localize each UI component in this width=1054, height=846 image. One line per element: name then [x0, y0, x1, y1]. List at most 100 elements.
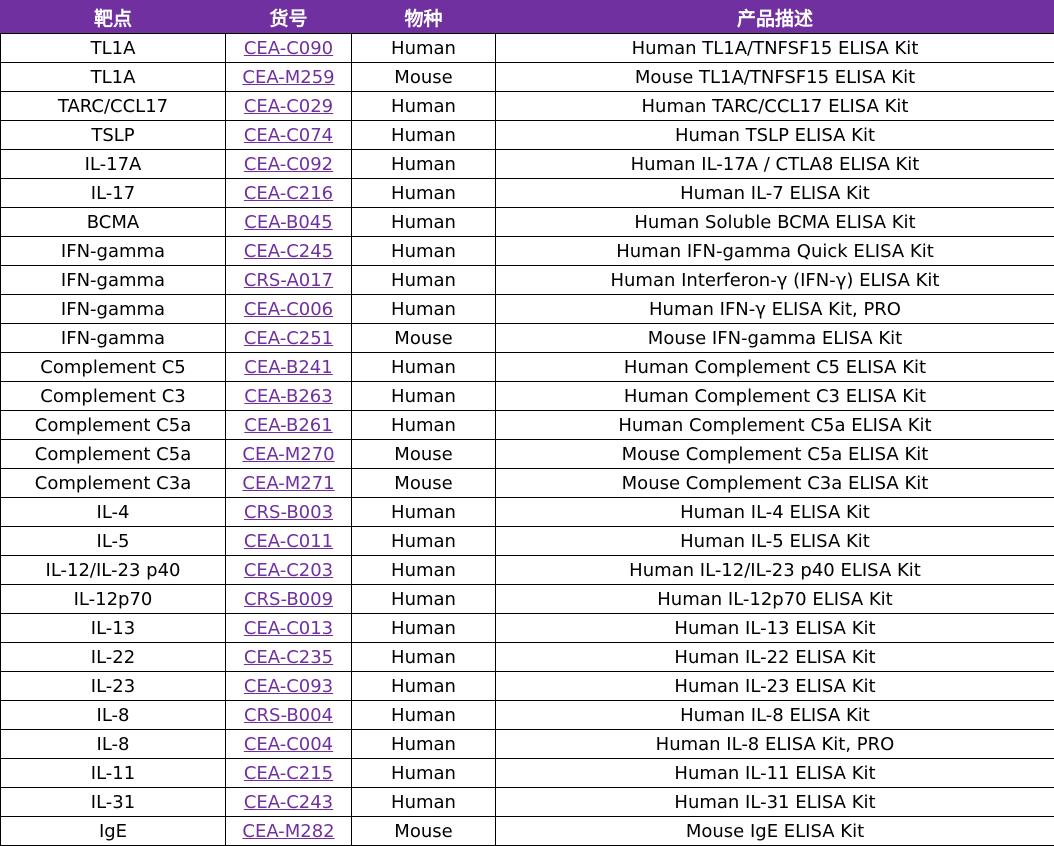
target-cell: Complement C5a	[0, 410, 226, 440]
catalog-link[interactable]: CEA-C215	[244, 763, 333, 784]
catalog-link[interactable]: CRS-B009	[244, 589, 333, 610]
description-cell: Human IFN-γ ELISA Kit, PRO	[495, 294, 1054, 324]
catalog-cell: CEA-C029	[225, 91, 352, 121]
species-cell: Human	[351, 410, 496, 440]
description-cell: Human IL-12p70 ELISA Kit	[495, 584, 1054, 614]
catalog-cell: CEA-C090	[225, 33, 352, 63]
catalog-link[interactable]: CEA-C011	[244, 531, 333, 552]
table-row: IL-4 CRS-B003 Human Human IL-4 ELISA Kit	[0, 497, 1054, 527]
table-row: IL-5 CEA-C011 Human Human IL-5 ELISA Kit	[0, 526, 1054, 556]
table-row: IL-11 CEA-C215 Human Human IL-11 ELISA Kit	[0, 758, 1054, 788]
catalog-link[interactable]: CEA-C203	[244, 560, 333, 581]
table-row: BCMA CEA-B045 Human Human Soluble BCMA ELIS…	[0, 207, 1054, 237]
description-cell: Human IL-17A / CTLA8 ELISA Kit	[495, 149, 1054, 179]
catalog-link[interactable]: CEA-C029	[244, 96, 333, 117]
table-row: IL-13 CEA-C013 Human Human IL-13 ELISA Kit	[0, 613, 1054, 643]
catalog-link[interactable]: CEA-C090	[244, 38, 333, 59]
description-cell: Human IL-12/IL-23 p40 ELISA Kit	[495, 555, 1054, 585]
catalog-cell: CEA-C011	[225, 526, 352, 556]
species-cell: Human	[351, 526, 496, 556]
catalog-link[interactable]: CRS-B003	[244, 502, 333, 523]
catalog-cell: CEA-C004	[225, 729, 352, 759]
catalog-cell: CEA-M259	[225, 62, 352, 92]
species-cell: Human	[351, 381, 496, 411]
target-cell: Complement C3a	[0, 468, 226, 498]
catalog-link[interactable]: CEA-M271	[242, 473, 334, 494]
target-cell: TSLP	[0, 120, 226, 150]
header-catalog: 货号	[225, 0, 352, 34]
description-cell: Human IL-13 ELISA Kit	[495, 613, 1054, 643]
catalog-cell: CRS-B004	[225, 700, 352, 730]
species-cell: Mouse	[351, 439, 496, 469]
description-cell: Human TL1A/TNFSF15 ELISA Kit	[495, 33, 1054, 63]
species-cell: Mouse	[351, 816, 496, 846]
catalog-link[interactable]: CEA-M282	[242, 821, 334, 842]
species-cell: Human	[351, 294, 496, 324]
catalog-link[interactable]: CEA-B263	[244, 386, 332, 407]
catalog-link[interactable]: CEA-B261	[244, 415, 332, 436]
species-cell: Mouse	[351, 468, 496, 498]
catalog-link[interactable]: CEA-C251	[244, 328, 333, 349]
description-cell: Human IL-31 ELISA Kit	[495, 787, 1054, 817]
catalog-cell: CEA-M271	[225, 468, 352, 498]
catalog-link[interactable]: CEA-C006	[244, 299, 333, 320]
target-cell: IFN-gamma	[0, 236, 226, 266]
catalog-link[interactable]: CEA-C074	[244, 125, 333, 146]
catalog-link[interactable]: CEA-C013	[244, 618, 333, 639]
catalog-cell: CRS-B009	[225, 584, 352, 614]
table-row: TL1A CEA-C090 Human Human TL1A/TNFSF15 ELIS…	[0, 33, 1054, 63]
table-row: IL-23 CEA-C093 Human Human IL-23 ELISA Kit	[0, 671, 1054, 701]
target-cell: IL-13	[0, 613, 226, 643]
table-row: TSLP CEA-C074 Human Human TSLP ELISA Kit	[0, 120, 1054, 150]
catalog-link[interactable]: CEA-M259	[242, 67, 334, 88]
description-cell: Mouse IgE ELISA Kit	[495, 816, 1054, 846]
catalog-cell: CEA-C251	[225, 323, 352, 353]
catalog-cell: CEA-C245	[225, 236, 352, 266]
catalog-link[interactable]: CEA-C216	[244, 183, 333, 204]
species-cell: Human	[351, 497, 496, 527]
catalog-link[interactable]: CEA-C093	[244, 676, 333, 697]
catalog-cell: CEA-B045	[225, 207, 352, 237]
species-cell: Human	[351, 642, 496, 672]
species-cell: Human	[351, 265, 496, 295]
species-cell: Human	[351, 33, 496, 63]
catalog-link[interactable]: CEA-C243	[244, 792, 333, 813]
table-row: Complement C3a CEA-M271 Mouse Mouse Complem…	[0, 468, 1054, 498]
catalog-link[interactable]: CEA-C004	[244, 734, 333, 755]
species-cell: Human	[351, 671, 496, 701]
catalog-link[interactable]: CEA-C235	[244, 647, 333, 668]
table-row: IL-17 CEA-C216 Human Human IL-7 ELISA Kit	[0, 178, 1054, 208]
target-cell: IL-4	[0, 497, 226, 527]
species-cell: Human	[351, 700, 496, 730]
table-header-row: 靶点 货号 物种 产品描述	[0, 0, 1054, 34]
catalog-cell: CEA-C013	[225, 613, 352, 643]
target-cell: IL-11	[0, 758, 226, 788]
catalog-link[interactable]: CRS-B004	[244, 705, 333, 726]
catalog-link[interactable]: CRS-A017	[244, 270, 333, 291]
species-cell: Mouse	[351, 323, 496, 353]
table-row: Complement C3 CEA-B263 Human Human Compleme…	[0, 381, 1054, 411]
catalog-cell: CEA-C203	[225, 555, 352, 585]
target-cell: IL-31	[0, 787, 226, 817]
catalog-cell: CEA-C093	[225, 671, 352, 701]
table-row: IL-17A CEA-C092 Human Human IL-17A / CTLA8 …	[0, 149, 1054, 179]
catalog-link[interactable]: CEA-C245	[244, 241, 333, 262]
table-row: IL-31 CEA-C243 Human Human IL-31 ELISA Kit	[0, 787, 1054, 817]
catalog-cell: CEA-C243	[225, 787, 352, 817]
catalog-cell: CEA-C235	[225, 642, 352, 672]
description-cell: Mouse TL1A/TNFSF15 ELISA Kit	[495, 62, 1054, 92]
catalog-link[interactable]: CEA-B241	[244, 357, 332, 378]
target-cell: IL-5	[0, 526, 226, 556]
target-cell: IL-8	[0, 729, 226, 759]
target-cell: BCMA	[0, 207, 226, 237]
catalog-link[interactable]: CEA-M270	[242, 444, 334, 465]
target-cell: Complement C5a	[0, 439, 226, 469]
description-cell: Human IL-8 ELISA Kit, PRO	[495, 729, 1054, 759]
catalog-link[interactable]: CEA-C092	[244, 154, 333, 175]
target-cell: IL-8	[0, 700, 226, 730]
catalog-cell: CRS-A017	[225, 265, 352, 295]
header-target: 靶点	[0, 0, 226, 34]
header-species: 物种	[351, 0, 496, 34]
target-cell: IL-22	[0, 642, 226, 672]
catalog-link[interactable]: CEA-B045	[244, 212, 332, 233]
